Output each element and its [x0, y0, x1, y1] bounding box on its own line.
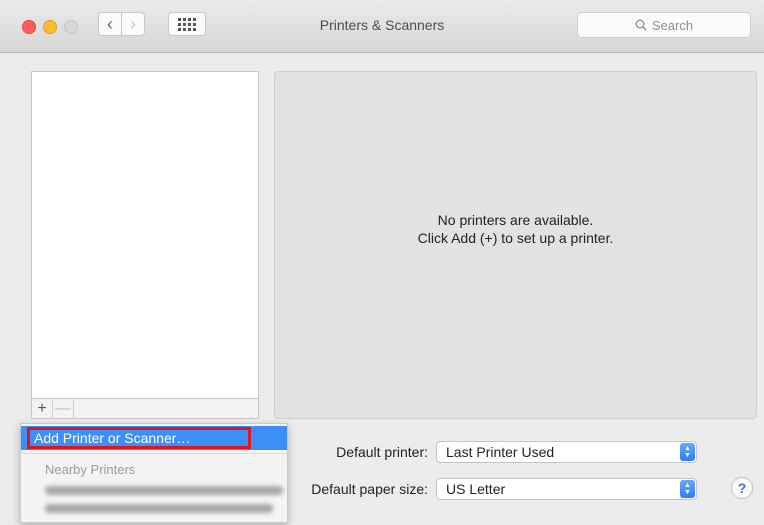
search-field[interactable]: Search [577, 12, 751, 38]
default-printer-label: Default printer: [336, 444, 428, 460]
grid-icon [178, 17, 196, 31]
add-printer-or-scanner-item[interactable]: Add Printer or Scanner… [27, 427, 251, 449]
help-button[interactable]: ? [731, 477, 753, 499]
default-printer-popup[interactable]: Last Printer Used ▲ ▼ [436, 441, 697, 463]
add-remove-bar: + — [31, 398, 259, 419]
empty-state-message: No printers are available. Click Add (+)… [275, 211, 756, 247]
close-window-button[interactable] [22, 20, 36, 34]
empty-state-line-2: Click Add (+) to set up a printer. [417, 230, 614, 246]
printer-list[interactable] [31, 71, 259, 419]
stepper-icon: ▲ ▼ [680, 480, 695, 498]
show-all-button[interactable] [168, 12, 206, 36]
forward-button[interactable]: › [121, 12, 145, 36]
zoom-window-button[interactable] [64, 20, 78, 34]
printer-detail-pane: No printers are available. Click Add (+)… [274, 71, 757, 419]
nearby-printer-item[interactable] [45, 504, 273, 513]
back-button[interactable]: ‹ [98, 12, 122, 36]
default-paper-size-value: US Letter [446, 481, 506, 497]
nearby-printer-item[interactable] [45, 486, 283, 495]
empty-state-line-1: No printers are available. [437, 212, 594, 228]
back-chevron-icon: ‹ [107, 13, 113, 34]
menu-separator [21, 453, 287, 454]
title-bar: ‹ › Printers & Scanners Search [0, 0, 764, 53]
remove-printer-button[interactable]: — [53, 399, 74, 418]
forward-chevron-icon: › [130, 13, 136, 34]
default-printer-value: Last Printer Used [446, 444, 555, 460]
search-placeholder: Search [651, 17, 694, 33]
nearby-printers-header: Nearby Printers [45, 462, 136, 477]
help-icon: ? [737, 480, 747, 496]
search-icon [635, 19, 647, 31]
add-printer-button[interactable]: + [32, 399, 53, 418]
minimize-window-button[interactable] [43, 20, 57, 34]
stepper-icon: ▲ ▼ [680, 443, 695, 461]
add-printer-menu: Add Printer or Scanner… Nearby Printers [20, 423, 288, 523]
default-paper-size-popup[interactable]: US Letter ▲ ▼ [436, 478, 697, 500]
default-paper-size-label: Default paper size: [311, 481, 428, 497]
